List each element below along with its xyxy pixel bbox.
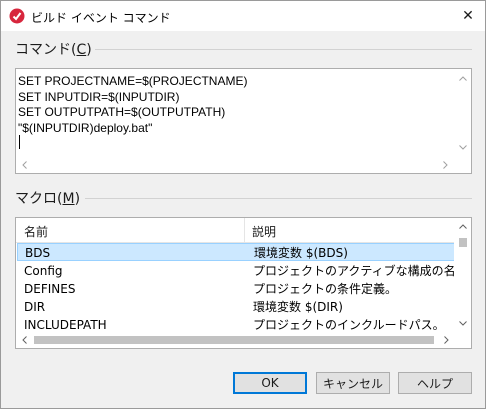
list-item[interactable]: DEFINES プロジェクトの条件定義。 bbox=[17, 280, 455, 298]
macro-description: 環境変数 $(BDS) bbox=[254, 246, 348, 260]
command-horizontal-scrollbar[interactable] bbox=[16, 156, 454, 173]
scroll-down-icon[interactable] bbox=[458, 318, 468, 328]
column-separator[interactable] bbox=[244, 218, 245, 242]
scroll-left-icon[interactable] bbox=[20, 160, 30, 170]
scroll-up-icon[interactable] bbox=[458, 222, 468, 232]
macro-list[interactable]: 名前 説明 BDS 環境変数 $(BDS) Config プロジェクトのアクティ… bbox=[15, 217, 472, 349]
macro-name: DEFINES bbox=[24, 282, 76, 296]
column-header-name[interactable]: 名前 bbox=[24, 223, 48, 240]
button-bar: OK キャンセル ヘルプ bbox=[1, 358, 485, 408]
list-horizontal-scrollbar[interactable] bbox=[16, 331, 455, 348]
scroll-up-icon[interactable] bbox=[458, 74, 468, 84]
list-vertical-scrollbar[interactable] bbox=[454, 218, 471, 332]
macro-description: プロジェクトのアクティブな構成の名前 bbox=[253, 264, 468, 278]
ok-button[interactable]: OK bbox=[233, 372, 307, 394]
macro-group-label: マクロ(M) bbox=[15, 191, 81, 207]
title-bar[interactable]: ビルド イベント コマンド ✕ bbox=[1, 1, 485, 31]
macro-group-divider bbox=[85, 198, 472, 199]
column-header-description[interactable]: 説明 bbox=[252, 223, 276, 240]
help-button[interactable]: ヘルプ bbox=[398, 372, 472, 394]
list-item[interactable]: DIR 環境変数 $(DIR) bbox=[17, 298, 455, 316]
window-title: ビルド イベント コマンド bbox=[31, 11, 171, 25]
horizontal-scroll-thumb[interactable] bbox=[34, 336, 434, 344]
command-text[interactable]: SET PROJECTNAME=$(PROJECTNAME) SET INPUT… bbox=[18, 74, 247, 136]
macro-description: 環境変数 $(DIR) bbox=[253, 300, 343, 314]
list-item[interactable]: Config プロジェクトのアクティブな構成の名前 bbox=[17, 262, 468, 280]
list-item[interactable]: BDS 環境変数 $(BDS) bbox=[17, 243, 455, 261]
close-button[interactable]: ✕ bbox=[451, 1, 485, 31]
scroll-right-icon[interactable] bbox=[440, 160, 450, 170]
command-group-label: コマンド(C) bbox=[15, 42, 92, 58]
scroll-down-icon[interactable] bbox=[458, 142, 468, 152]
cancel-button[interactable]: キャンセル bbox=[316, 372, 390, 394]
macro-description: プロジェクトの条件定義。 bbox=[253, 282, 398, 296]
command-vertical-scrollbar[interactable] bbox=[454, 69, 471, 157]
list-header: 名前 説明 bbox=[16, 218, 455, 243]
macro-name: Config bbox=[24, 264, 63, 278]
scroll-right-icon[interactable] bbox=[441, 335, 451, 345]
scroll-left-icon[interactable] bbox=[20, 335, 30, 345]
build-event-command-dialog: ビルド イベント コマンド ✕ コマンド(C) SET PROJECTNAME=… bbox=[0, 0, 486, 409]
command-group-divider bbox=[95, 49, 472, 50]
close-icon: ✕ bbox=[462, 8, 474, 24]
macro-name: BDS bbox=[25, 246, 51, 260]
command-textarea[interactable]: SET PROJECTNAME=$(PROJECTNAME) SET INPUT… bbox=[15, 68, 472, 174]
text-caret bbox=[19, 135, 20, 149]
macro-name: DIR bbox=[24, 300, 46, 314]
embarcadero-icon bbox=[9, 8, 25, 24]
scroll-thumb[interactable] bbox=[459, 238, 467, 247]
